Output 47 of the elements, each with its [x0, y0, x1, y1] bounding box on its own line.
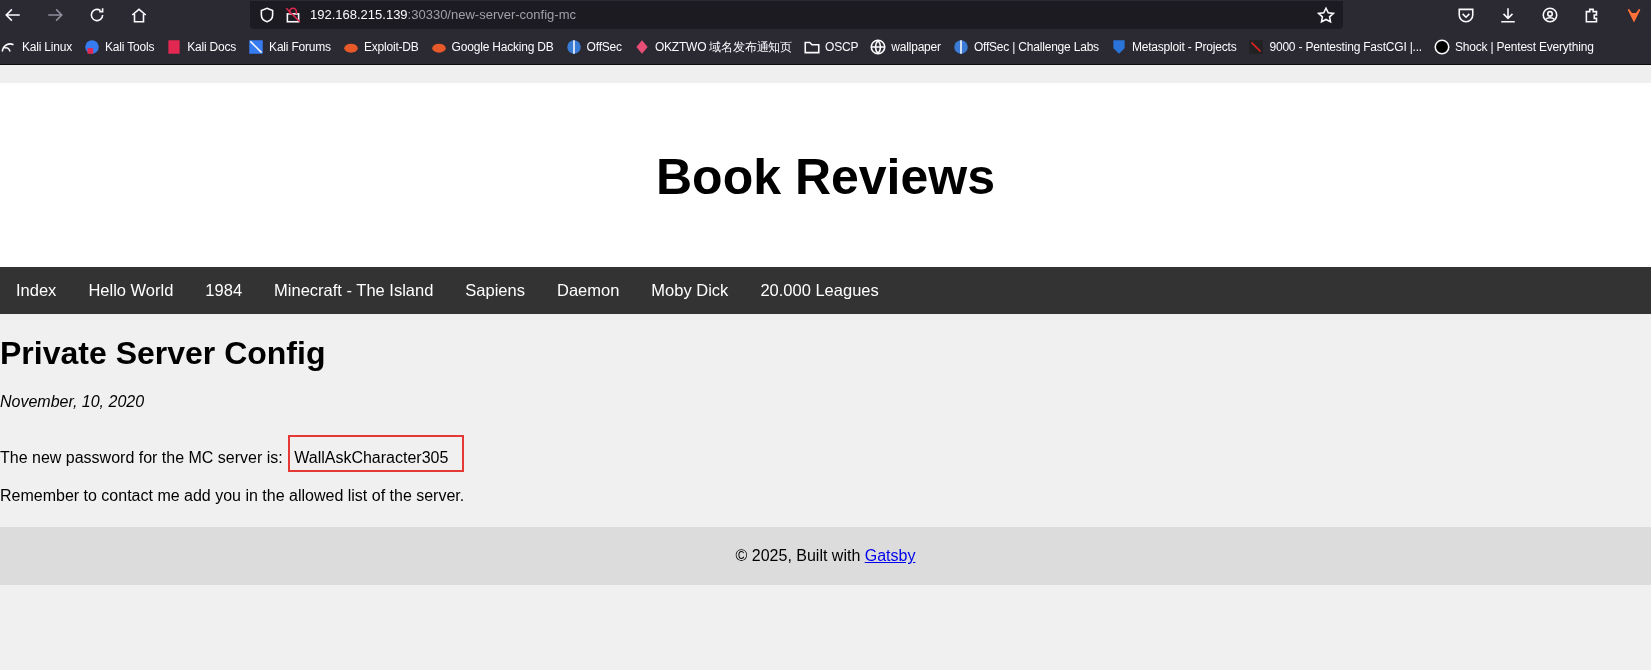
- gatsby-link[interactable]: Gatsby: [864, 547, 916, 565]
- circle-icon: [1432, 38, 1451, 56]
- nav-link[interactable]: 20.000 Leagues: [744, 278, 895, 303]
- shield-icon: [258, 6, 276, 24]
- sphere-icon: [951, 38, 970, 56]
- bookmark-link[interactable]: Kali Linux: [22, 38, 73, 56]
- nav-link[interactable]: Index: [0, 278, 73, 303]
- bookmark-link[interactable]: OKZTWO 域名发布通知页: [654, 38, 793, 56]
- bookmark-link[interactable]: Exploit-DB: [363, 38, 419, 56]
- bookmark-link[interactable]: Metasploit - Projects: [1131, 38, 1237, 56]
- nav-link[interactable]: Hello World: [72, 278, 190, 303]
- post-title: Private Server Config: [0, 334, 327, 373]
- url-text[interactable]: 192.168.215.139:30330/new-server-config-mc: [310, 5, 576, 25]
- home-icon[interactable]: [130, 6, 148, 24]
- post-date: November, 10, 2020: [0, 392, 146, 413]
- paragraph: The new password for the MC server is:: [0, 449, 284, 467]
- square-icon: [1247, 38, 1266, 56]
- nav-link[interactable]: Moby Dick: [635, 278, 745, 303]
- bookmark-link[interactable]: Google Hacking DB: [451, 38, 554, 56]
- globe-icon: [869, 38, 888, 56]
- highlighted-password: WallAskCharacter305: [290, 437, 463, 471]
- nav-link[interactable]: Daemon: [541, 278, 636, 303]
- footer-text: © 2025, Built with Gatsby: [735, 546, 916, 567]
- bookmark-link[interactable]: Kali Docs: [187, 38, 237, 56]
- bookmark-link[interactable]: OffSec | Challenge Labs: [973, 38, 1099, 56]
- bookmark-link[interactable]: OffSec: [586, 38, 622, 56]
- sphere-icon: [564, 38, 583, 56]
- bookmark-link[interactable]: Kali Tools: [105, 38, 155, 56]
- nav-link[interactable]: 1984: [189, 278, 259, 303]
- back-icon[interactable]: [4, 6, 22, 24]
- nav-link[interactable]: Minecraft - The Island: [258, 278, 450, 303]
- forward-icon[interactable]: [46, 6, 64, 24]
- bookmark-link[interactable]: OSCP: [825, 38, 859, 56]
- download-icon[interactable]: [1499, 6, 1517, 24]
- nav-link[interactable]: Sapiens: [449, 278, 541, 303]
- bookmark-link[interactable]: Kali Forums: [269, 38, 331, 56]
- bookmark-link[interactable]: Shock | Pentest Everything: [1454, 38, 1594, 56]
- site-title: Book Reviews: [656, 148, 995, 207]
- lock-icon: [284, 6, 302, 24]
- paragraph: Remember to contact me add you in the allowed list of the server.: [0, 486, 466, 507]
- bookmark-link[interactable]: wallpaper: [891, 38, 941, 56]
- star-icon[interactable]: [1317, 6, 1335, 24]
- account-icon[interactable]: [1541, 6, 1559, 24]
- bookmark-link[interactable]: 9000 - Pentesting FastCGI |...: [1269, 38, 1422, 56]
- url-bar[interactable]: 192.168.215.139:30330/new-server-config-mc: [250, 1, 1343, 29]
- reload-icon[interactable]: [88, 6, 106, 24]
- pocket-icon[interactable]: [1457, 6, 1475, 24]
